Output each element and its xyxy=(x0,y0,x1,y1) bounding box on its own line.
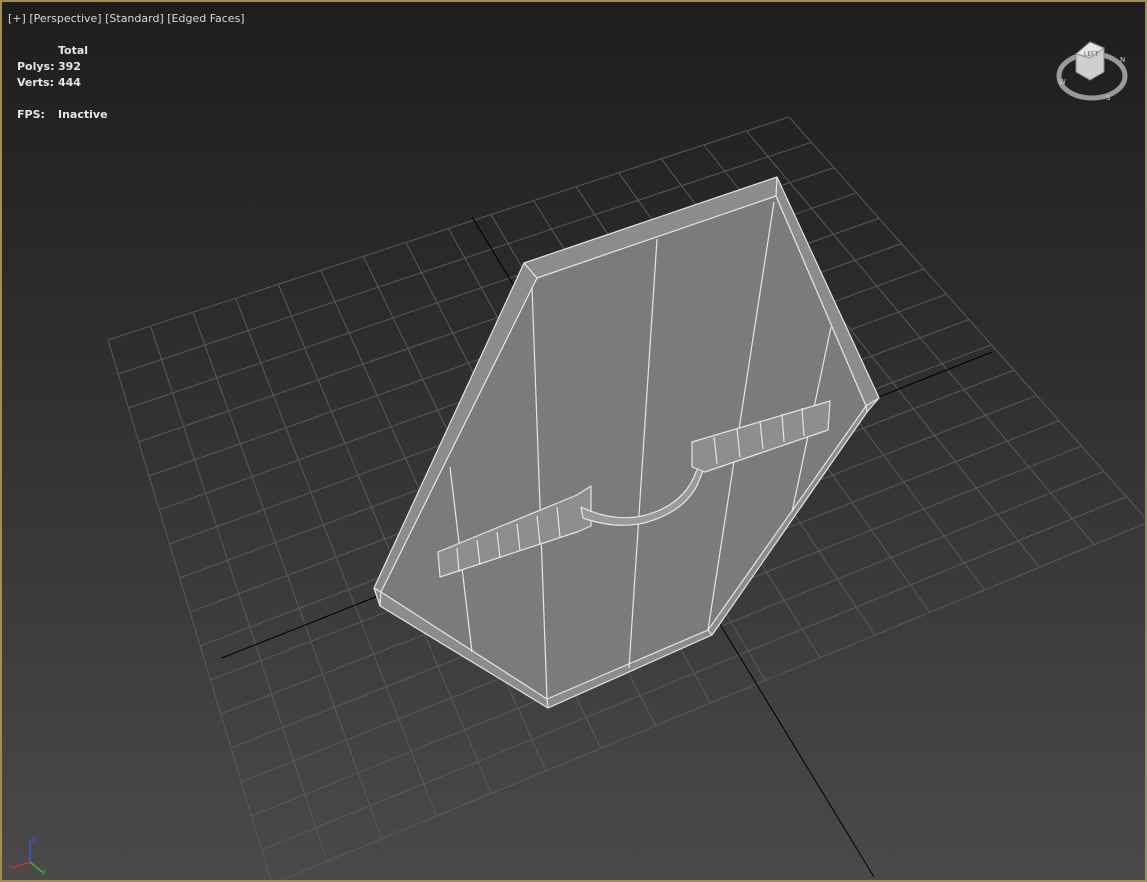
axis-tripod-icon: z x y xyxy=(8,835,46,876)
compass-w[interactable]: W xyxy=(1059,78,1066,86)
verts-label: Verts: xyxy=(17,76,55,89)
shield-face xyxy=(380,195,867,700)
scene-canvas[interactable] xyxy=(2,2,1147,882)
viewport-label-menu[interactable]: [+] [Perspective] [Standard] [Edged Face… xyxy=(8,12,245,25)
compass-s[interactable]: S xyxy=(1106,94,1111,102)
verts-value: 444 xyxy=(58,76,81,89)
stats-header: Total xyxy=(58,44,89,57)
viewcube-face-label: LEFT xyxy=(1084,51,1098,58)
polys-value: 392 xyxy=(58,60,81,73)
axis-z-label: z xyxy=(31,835,35,844)
viewport-general-menu[interactable]: [+] xyxy=(8,12,26,25)
viewport-shading-menu[interactable]: [Standard] xyxy=(105,12,164,25)
polys-label: Polys: xyxy=(17,60,55,73)
fps-value: Inactive xyxy=(58,108,108,121)
viewport-view-menu[interactable]: [Perspective] xyxy=(29,12,101,25)
viewport-display-menu[interactable]: [Edged Faces] xyxy=(167,12,244,25)
grid-line xyxy=(107,339,272,880)
axis-x-label: x xyxy=(8,861,13,870)
fps-label: FPS: xyxy=(17,108,45,121)
perspective-viewport[interactable]: [+] [Perspective] [Standard] [Edged Face… xyxy=(0,0,1147,882)
axis-y-label: y xyxy=(41,867,46,876)
compass-n[interactable]: N xyxy=(1120,56,1125,64)
viewcube-icon[interactable]: LEFT W N S xyxy=(1054,38,1130,104)
